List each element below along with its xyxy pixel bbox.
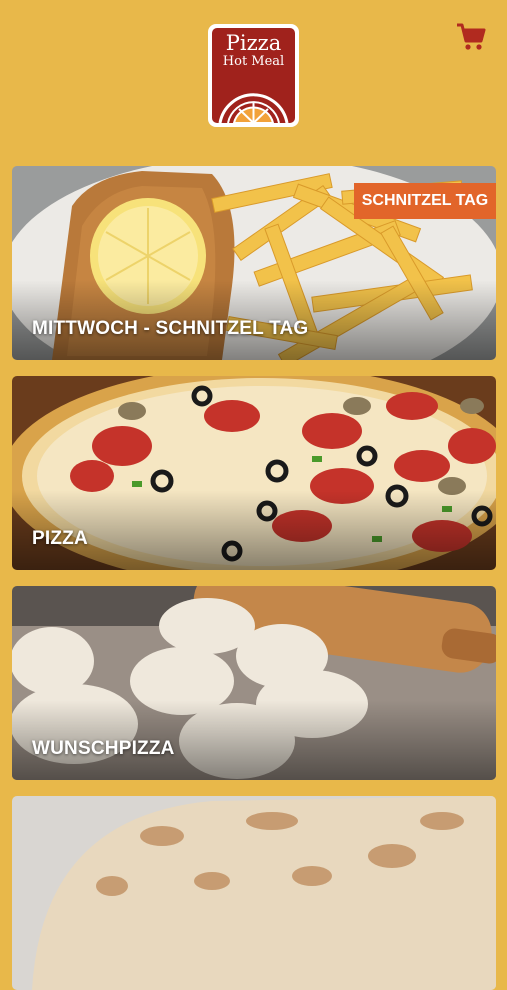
calzone-image xyxy=(12,796,496,990)
category-card-pizza[interactable]: PIZZA xyxy=(12,376,496,570)
category-label: PIZZA xyxy=(32,528,88,549)
shopping-cart-icon[interactable] xyxy=(455,22,487,52)
promo-badge: SCHNITZEL TAG xyxy=(354,183,496,219)
pizza-wheel-icon xyxy=(218,93,289,123)
category-card-schnitzel[interactable]: SCHNITZEL TAG MITTWOCH - SCHNITZEL TAG xyxy=(12,166,496,360)
category-card-calzone[interactable] xyxy=(12,796,496,990)
logo-subtitle: Hot Meal xyxy=(222,54,285,69)
logo-inner: Pizza Hot Meal xyxy=(212,28,295,123)
category-card-wunschpizza[interactable]: WUNSCHPIZZA xyxy=(12,586,496,780)
app-header: Pizza Hot Meal xyxy=(0,0,507,150)
brand-logo[interactable]: Pizza Hot Meal xyxy=(208,24,299,127)
category-label: MITTWOCH - SCHNITZEL TAG xyxy=(32,318,309,339)
logo-title: Pizza xyxy=(225,31,282,55)
category-label: WUNSCHPIZZA xyxy=(32,738,175,759)
